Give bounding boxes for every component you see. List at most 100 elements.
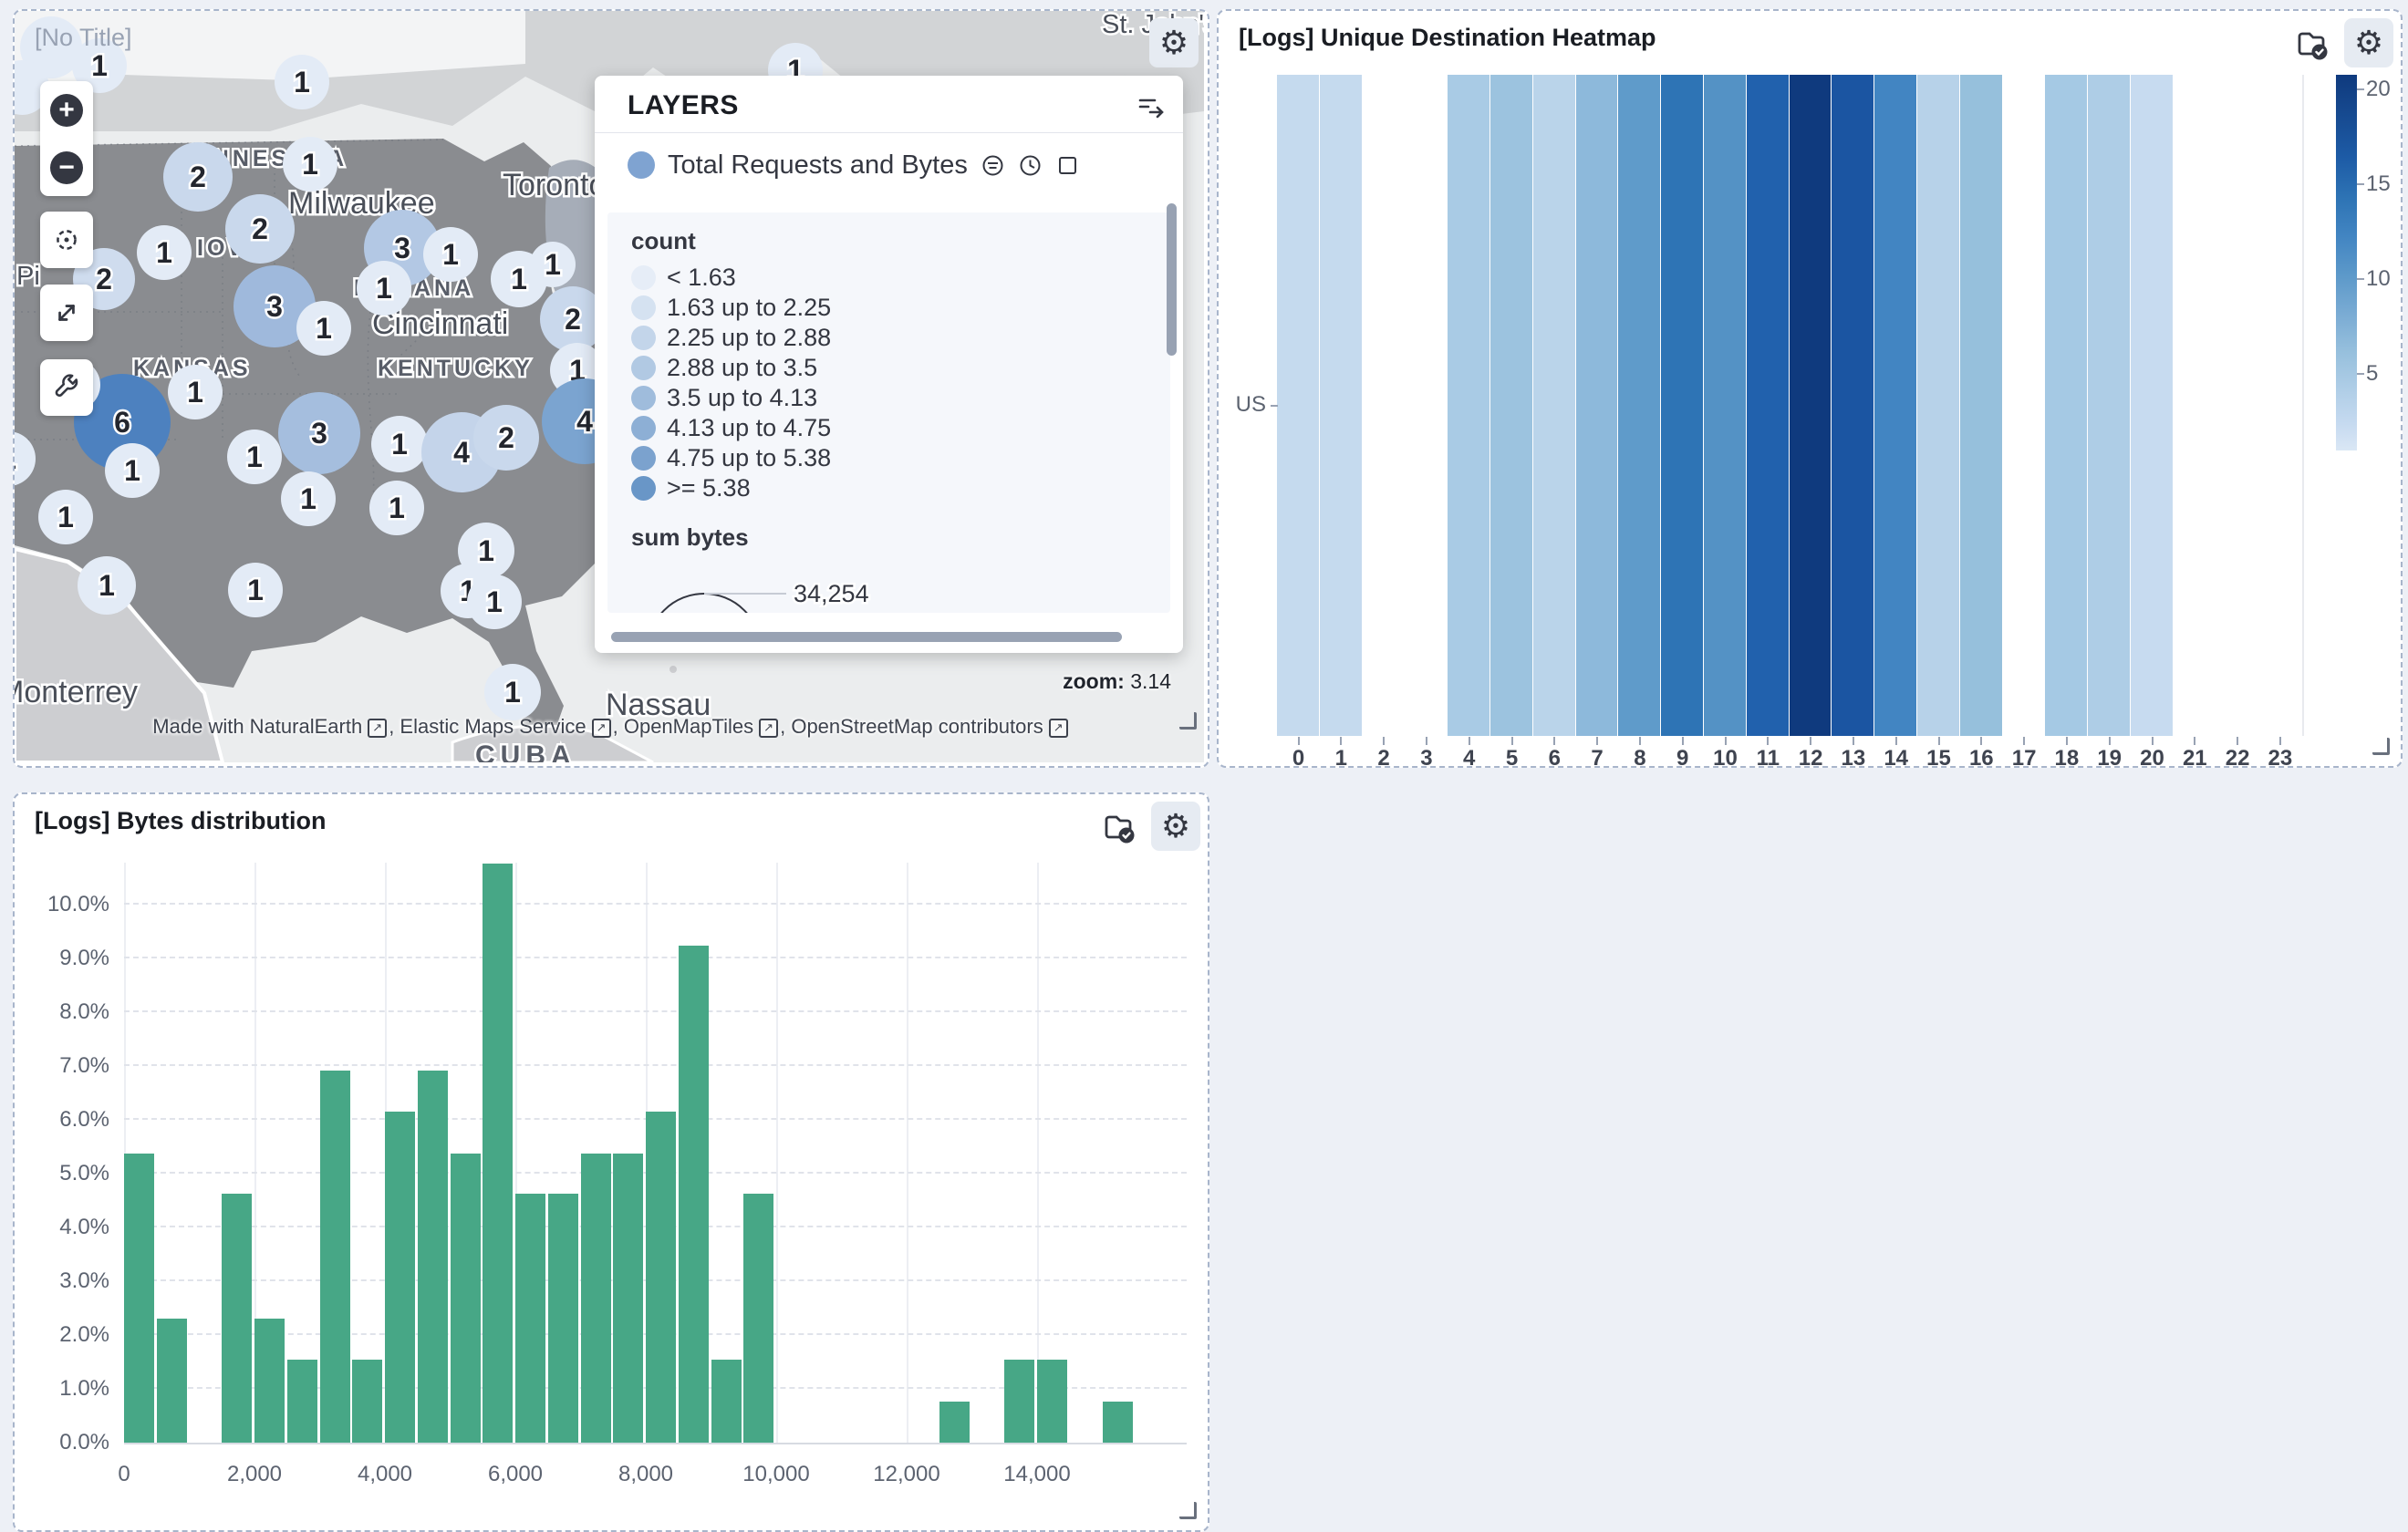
heatmap-cell-hour-9[interactable]: [1661, 75, 1703, 736]
attribution-link[interactable]: OpenMapTiles: [624, 715, 753, 738]
bytes-bar-bin-8000[interactable]: [646, 1112, 676, 1443]
layers-horizontal-scrollbar[interactable]: [611, 632, 1122, 642]
map-label-8: Monterrey: [15, 675, 138, 709]
map-panel-resize-handle[interactable]: [1179, 712, 1197, 730]
bytes-x-tick-label: 12,000: [834, 1462, 980, 1487]
heatmap-cell-hour-0[interactable]: [1277, 75, 1319, 736]
map-cluster-count: 1: [91, 49, 108, 82]
bytes-x-tick-label: 14,000: [964, 1462, 1110, 1487]
bytes-bar-bin-13500[interactable]: [1004, 1360, 1034, 1443]
heatmap-cell-hour-12[interactable]: [1790, 75, 1832, 736]
gear-icon: ⚙: [2354, 26, 2383, 59]
external-link-icon: ↗: [368, 719, 387, 738]
heatmap-x-tick-mark: [1639, 737, 1641, 745]
heatmap-cell-hour-16[interactable]: [1960, 75, 2002, 736]
heatmap-cell-hour-7[interactable]: [1576, 75, 1618, 736]
bytes-bar-bin-9500[interactable]: [743, 1194, 773, 1443]
heatmap-cell-hour-14[interactable]: [1874, 75, 1916, 736]
attribution-link[interactable]: Made with NaturalEarth: [152, 715, 362, 738]
heatmap-panel-resize-handle[interactable]: [2372, 738, 2390, 755]
heatmap-x-tick-label: 17: [2003, 746, 2046, 768]
collapse-panel-icon[interactable]: [1136, 92, 1167, 119]
bytes-x-tick-label: 4,000: [312, 1462, 458, 1487]
bytes-x-tick-label: 10,000: [703, 1462, 849, 1487]
bytes-bar-bin-12500[interactable]: [939, 1402, 970, 1443]
bytes-vertical-gridline: [776, 863, 778, 1443]
bytes-bar-bin-4500[interactable]: [418, 1071, 448, 1443]
heatmap-legend-tick-mark: [2357, 183, 2364, 185]
bytes-bar-bin-5000[interactable]: [451, 1154, 481, 1443]
bytes-bar-bin-15000[interactable]: [1103, 1402, 1133, 1443]
heatmap-x-tick-label: 4: [1448, 746, 1490, 768]
heatmap-cell-hour-1[interactable]: [1320, 75, 1362, 736]
heatmap-cell-hour-13[interactable]: [1832, 75, 1873, 736]
zoom-out-button[interactable]: −: [50, 151, 83, 184]
layer-visibility-checkbox[interactable]: [1055, 153, 1080, 178]
heatmap-x-tick-mark: [1383, 737, 1385, 745]
heatmap-cell-hour-20[interactable]: [2131, 75, 2173, 736]
bytes-bar-bin-7500[interactable]: [613, 1154, 643, 1443]
bytes-bar-bin-2000[interactable]: [254, 1319, 285, 1443]
map-attribution: Made with NaturalEarth↗, Elastic Maps Se…: [15, 715, 1208, 739]
bytes-bar-bin-9000[interactable]: [711, 1360, 742, 1443]
bytes-y-tick-label: 1.0%: [15, 1376, 109, 1402]
heatmap-cell-hour-19[interactable]: [2088, 75, 2130, 736]
layer-fields-icon[interactable]: [981, 153, 1005, 178]
bytes-bar-bin-6500[interactable]: [548, 1194, 578, 1443]
bytes-bar-bin-3000[interactable]: [320, 1071, 350, 1443]
heatmap-cell-hour-15[interactable]: [1917, 75, 1959, 736]
heatmap-x-tick-label: 13: [1832, 746, 1874, 768]
map-label-10: CUBA: [475, 740, 576, 762]
bytes-bar-bin-3500[interactable]: [352, 1360, 382, 1443]
dashboard: MINNESOTAIOWAKANSASINDIANAKENTUCKYMilwau…: [0, 0, 2408, 1532]
heatmap-cell-hour-5[interactable]: [1490, 75, 1532, 736]
map-tools-button[interactable]: [40, 359, 93, 416]
bytes-y-tick-label: 3.0%: [15, 1268, 109, 1294]
bytes-bar-bin-8500[interactable]: [679, 946, 709, 1443]
count-legend-row: 4.13 up to 4.75: [631, 413, 1170, 443]
set-view-button[interactable]: [40, 212, 93, 268]
attribution-link[interactable]: OpenStreetMap contributors: [791, 715, 1043, 738]
heatmap-cell-hour-18[interactable]: [2045, 75, 2087, 736]
sum-bytes-legend: 34,254 8,564 0: [631, 559, 1170, 613]
layers-vertical-scrollbar[interactable]: [1167, 203, 1177, 356]
map-cluster-count: 1: [486, 585, 503, 618]
map-panel-title[interactable]: [No Title]: [35, 24, 132, 52]
map-zoom-readout: zoom: 3.14: [1063, 669, 1171, 694]
bytes-panel-settings-button[interactable]: ⚙: [1151, 802, 1200, 851]
heatmap-panel-settings-button[interactable]: ⚙: [2344, 18, 2393, 67]
bytes-panel-title[interactable]: [Logs] Bytes distribution: [35, 807, 327, 835]
plus-icon: +: [58, 97, 75, 124]
bytes-bar-bin-4000[interactable]: [385, 1112, 415, 1443]
bytes-bar-bin-7000[interactable]: [581, 1154, 611, 1443]
bytes-horizontal-gridline: [124, 957, 1187, 958]
layer-row-total-requests[interactable]: Total Requests and Bytes: [628, 145, 1080, 185]
heatmap-panel-title[interactable]: [Logs] Unique Destination Heatmap: [1239, 24, 1656, 52]
bytes-y-tick-label: 10.0%: [15, 892, 109, 917]
map-panel-settings-button[interactable]: ⚙: [1149, 18, 1199, 67]
layer-time-icon[interactable]: [1018, 153, 1043, 178]
count-legend-swatch: [631, 446, 656, 471]
bytes-bar-bin-5500[interactable]: [483, 864, 513, 1443]
bytes-x-tick-label: 6,000: [442, 1462, 588, 1487]
bytes-bar-bin-2500[interactable]: [287, 1360, 317, 1443]
bytes-y-tick-label: 6.0%: [15, 1107, 109, 1133]
heatmap-legend-tick-label: 5: [2366, 361, 2403, 387]
bytes-bar-bin-500[interactable]: [157, 1319, 187, 1443]
heatmap-cell-hour-10[interactable]: [1704, 75, 1746, 736]
heatmap-x-tick-mark: [2023, 737, 2025, 745]
heatmap-cell-hour-6[interactable]: [1533, 75, 1575, 736]
bytes-bar-bin-6000[interactable]: [515, 1194, 545, 1443]
fit-to-data-button[interactable]: [40, 285, 93, 341]
map-label-4: KENTUCKY: [378, 356, 534, 381]
heatmap-cell-hour-8[interactable]: [1618, 75, 1660, 736]
bytes-panel-resize-handle[interactable]: [1179, 1502, 1197, 1519]
attribution-link[interactable]: Elastic Maps Service: [400, 715, 586, 738]
count-legend-label: < 1.63: [667, 264, 736, 292]
heatmap-cell-hour-4[interactable]: [1448, 75, 1489, 736]
bytes-bar-bin-1500[interactable]: [222, 1194, 252, 1443]
bytes-bar-bin-0[interactable]: [124, 1154, 154, 1443]
heatmap-cell-hour-11[interactable]: [1747, 75, 1789, 736]
bytes-bar-bin-14000[interactable]: [1037, 1360, 1067, 1443]
zoom-in-button[interactable]: +: [50, 94, 83, 127]
